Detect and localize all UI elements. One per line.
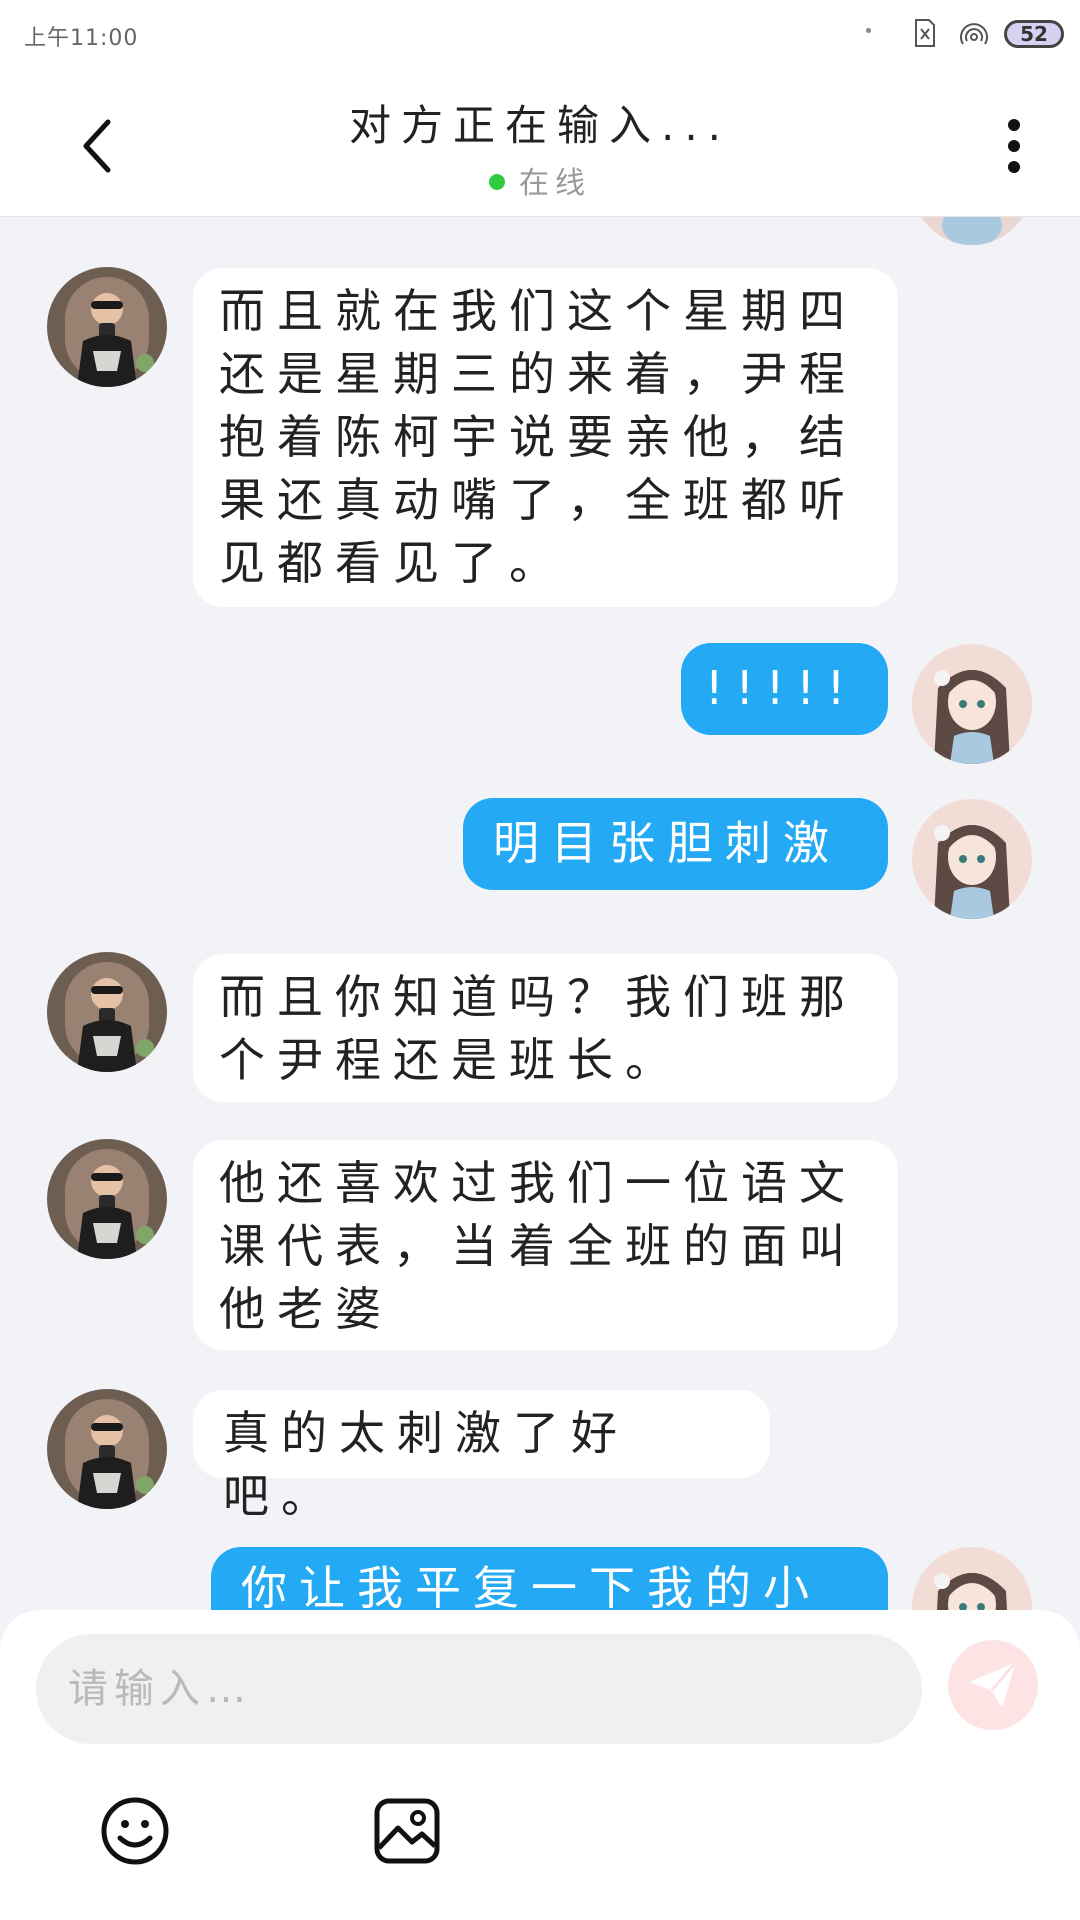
outgoing-message: !!!!! bbox=[681, 643, 888, 735]
send-icon bbox=[971, 1663, 1016, 1707]
composer-panel bbox=[0, 1610, 1080, 1920]
incoming-message: 而且就在我们这个星期四还是星期三的来着，尹程抱着陈柯宇说要亲他，结果还真动嘴了，… bbox=[193, 268, 898, 607]
chat-title: 对方正在输入... bbox=[348, 101, 732, 150]
outgoing-message: 你让我平复一下我的小 bbox=[211, 1547, 888, 1610]
contact-avatar[interactable] bbox=[47, 1139, 167, 1259]
my-avatar[interactable] bbox=[912, 217, 1032, 245]
incoming-message: 他还喜欢过我们一位语文课代表，当着全班的面叫他老婆 bbox=[193, 1140, 898, 1350]
online-dot-icon bbox=[489, 173, 505, 190]
incoming-message: 而且你知道吗？我们班那个尹程还是班长。 bbox=[193, 954, 898, 1102]
online-status: 在线 bbox=[0, 158, 1080, 202]
online-status-label: 在线 bbox=[519, 166, 591, 201]
status-bar: 上午11:00 52 bbox=[0, 0, 1080, 72]
notification-dot bbox=[866, 28, 871, 33]
my-avatar[interactable] bbox=[912, 799, 1032, 919]
contact-avatar[interactable] bbox=[47, 267, 167, 387]
contact-avatar[interactable] bbox=[47, 1389, 167, 1509]
emoji-icon[interactable] bbox=[100, 1796, 170, 1866]
outgoing-message: 明目张胆刺激 bbox=[463, 798, 888, 890]
my-avatar[interactable] bbox=[912, 644, 1032, 764]
message-list[interactable]: 而且就在我们这个星期四还是星期三的来着，尹程抱着陈柯宇说要亲他，结果还真动嘴了，… bbox=[0, 217, 1080, 1610]
hotspot-icon bbox=[960, 23, 988, 45]
more-vertical-icon[interactable] bbox=[1004, 116, 1024, 176]
my-avatar[interactable] bbox=[912, 1547, 1032, 1610]
battery-indicator: 52 bbox=[1004, 20, 1064, 48]
send-button[interactable] bbox=[948, 1640, 1038, 1730]
no-sim-icon bbox=[915, 19, 935, 47]
incoming-message: 真的太刺激了好吧。 bbox=[193, 1390, 770, 1523]
chat-header: 对方正在输入... 在线 bbox=[0, 72, 1080, 217]
status-time: 上午11:00 bbox=[24, 26, 139, 51]
contact-avatar[interactable] bbox=[47, 952, 167, 1072]
message-input[interactable] bbox=[36, 1634, 922, 1744]
image-icon[interactable] bbox=[372, 1796, 442, 1866]
